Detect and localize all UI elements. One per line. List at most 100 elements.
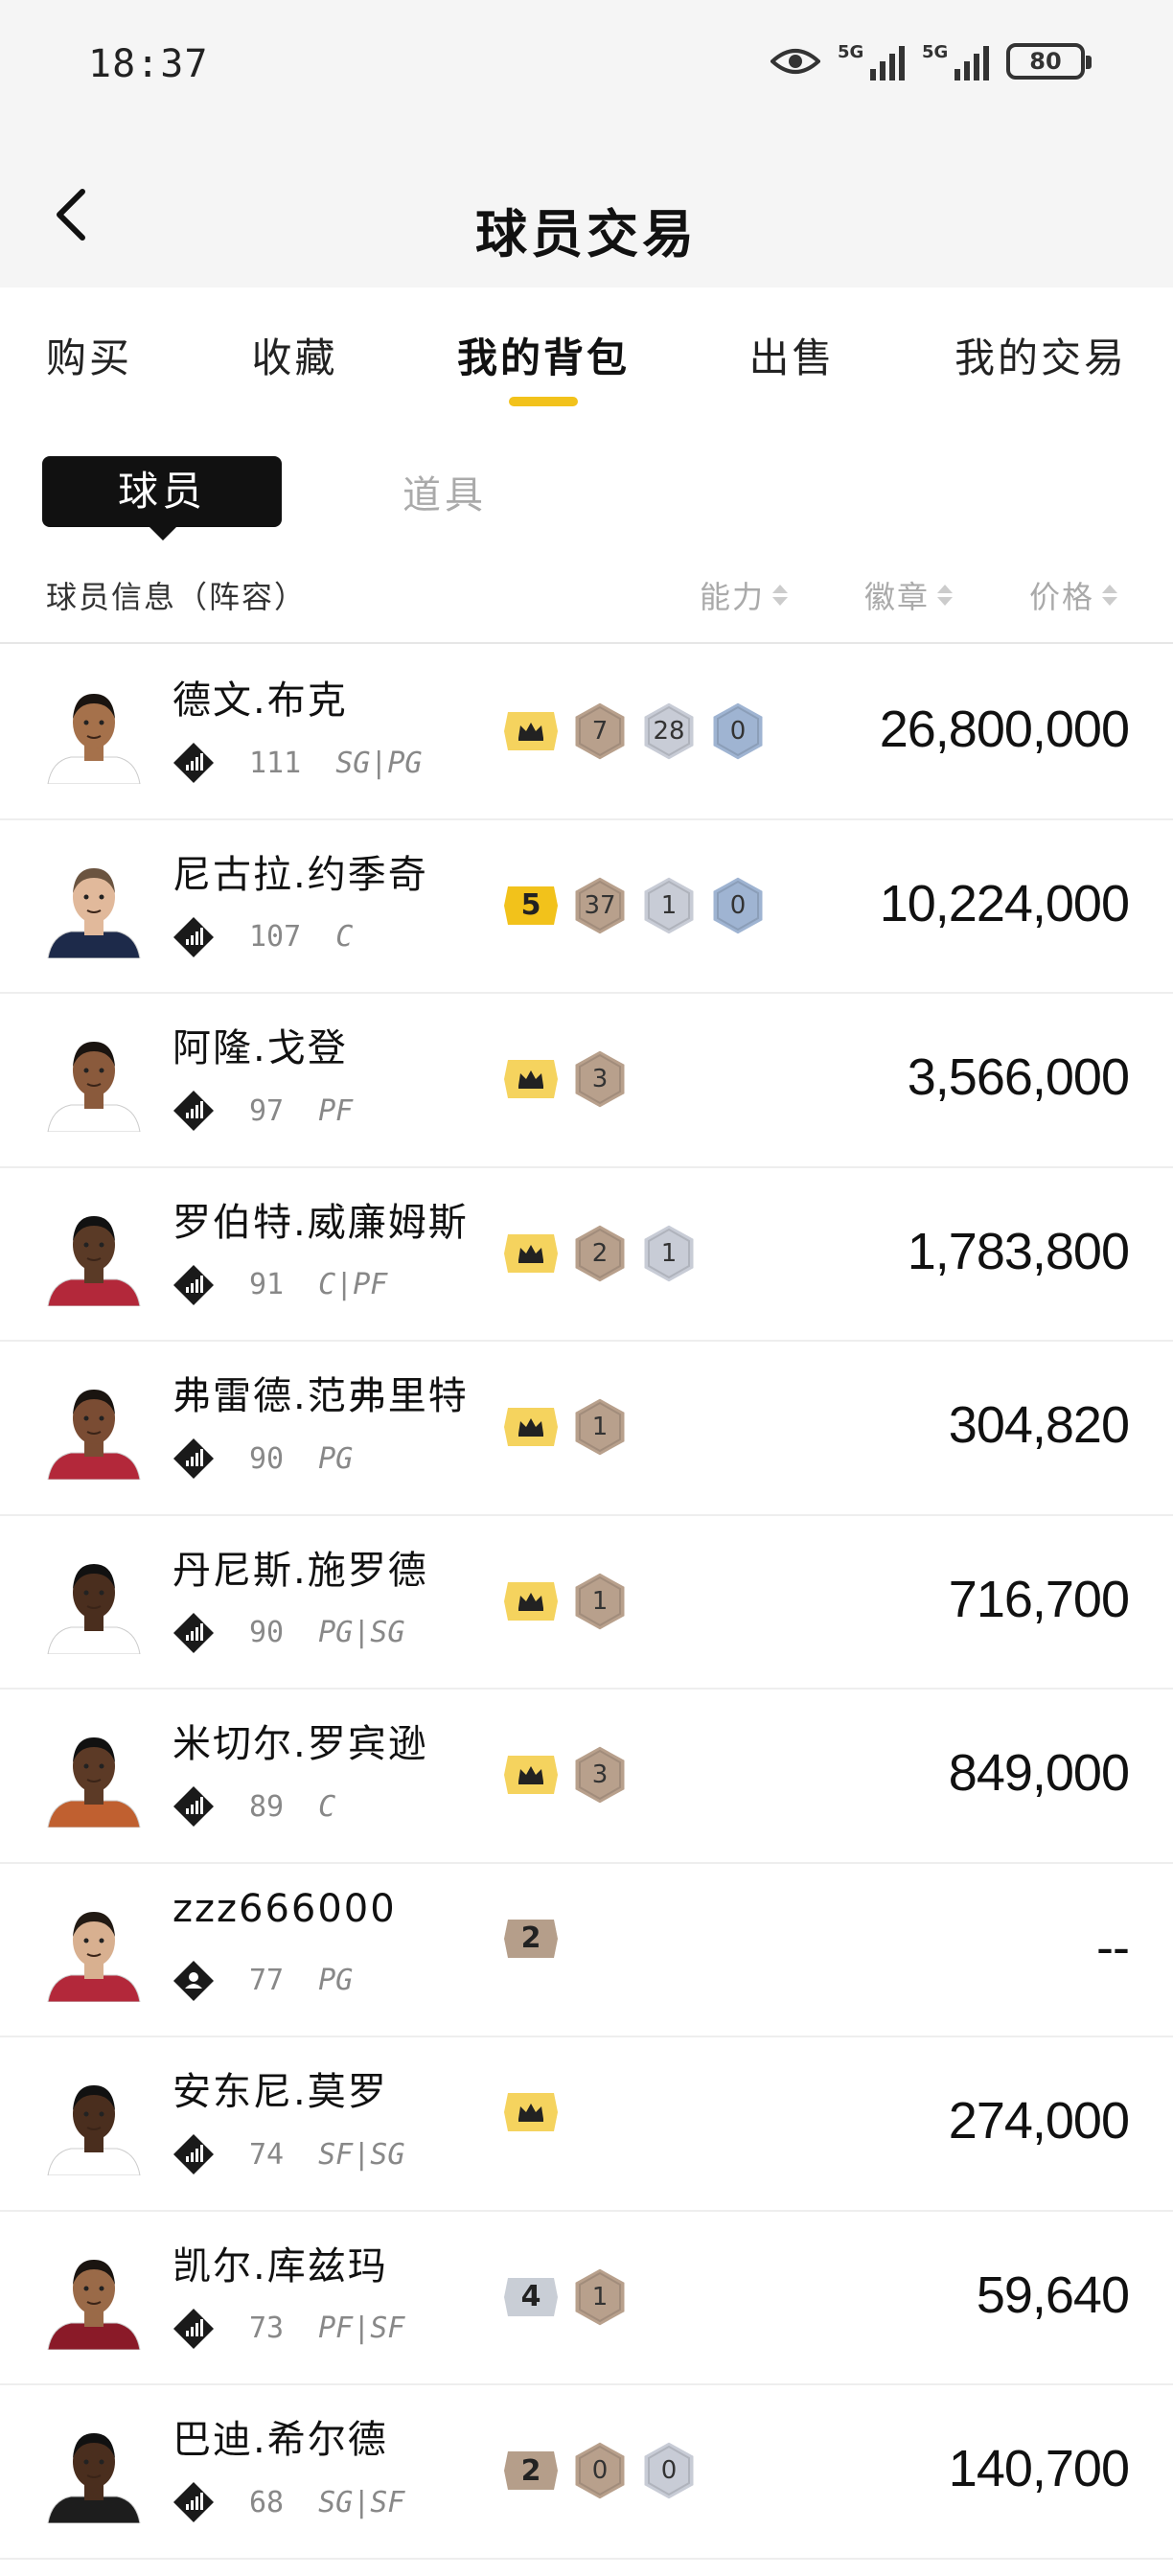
sub-tabs: 球员 道具 — [42, 454, 487, 540]
signal-icon-2: 5G — [922, 42, 989, 80]
player-price: 26,800,000 — [879, 701, 1130, 758]
badge-count-icon: 0 — [571, 2439, 629, 2502]
badge-count-icon: 1 — [640, 1221, 698, 1285]
person-diamond-icon — [172, 1960, 215, 2002]
player-price: 849,000 — [948, 1744, 1130, 1802]
tab-sell[interactable]: 出售 — [748, 288, 835, 412]
player-avatar — [42, 680, 146, 784]
player-rating: 97 — [249, 1093, 285, 1128]
player-name: 弗雷德.范弗里特 — [172, 1374, 469, 1418]
player-name: 阿隆.戈登 — [172, 1026, 348, 1070]
badge-count-icon: 28 — [640, 700, 698, 763]
badge-group: 3 — [502, 1047, 629, 1111]
badge-group: 2 — [502, 1918, 560, 1960]
badge-group: 200 — [502, 2439, 698, 2502]
player-price: 3,566,000 — [907, 1048, 1130, 1106]
player-row[interactable]: 丹尼斯.施罗德 90 PG|SG 1 716,700 — [0, 1516, 1173, 1690]
player-name: 尼古拉.约季奇 — [172, 852, 428, 897]
player-price: 1,783,800 — [907, 1222, 1130, 1280]
player-meta: 73 PF|SF — [172, 2308, 404, 2350]
tier-tag: 2 — [502, 1918, 560, 1960]
badge-group: 7 28 0 — [502, 700, 767, 763]
player-rating: 107 — [249, 920, 302, 954]
player-rating: 74 — [249, 2137, 285, 2172]
player-name: 安东尼.莫罗 — [172, 2070, 388, 2114]
player-position: PG — [318, 1441, 354, 1476]
tab-favorites[interactable]: 收藏 — [251, 288, 337, 412]
badge-group: 21 — [502, 1221, 698, 1285]
player-name: 米切尔.罗宾逊 — [172, 1722, 428, 1766]
player-meta: 74 SF|SG — [172, 2133, 404, 2175]
player-avatar — [42, 1376, 146, 1480]
player-row[interactable]: 巴迪.希尔德 68 SG|SF 2 0 0 140,700 — [0, 2385, 1173, 2560]
header: 球员交易 — [0, 144, 1173, 288]
subtab-items[interactable]: 道具 — [402, 464, 487, 519]
tab-my-backpack[interactable]: 我的背包 — [457, 288, 630, 412]
player-position: PG|SG — [318, 1616, 405, 1649]
bars-diamond-icon — [172, 916, 215, 958]
player-row[interactable]: 弗雷德.范弗里特 90 PG 1 304,820 — [0, 1342, 1173, 1516]
player-name: 罗伯特.威廉姆斯 — [172, 1200, 469, 1245]
player-row[interactable]: 尼古拉.约季奇 107 C 5 37 1 0 10,224,000 — [0, 820, 1173, 994]
crown-tier-icon — [502, 1580, 560, 1622]
tab-my-trades[interactable]: 我的交易 — [954, 288, 1127, 412]
crown-tier-icon — [502, 1232, 560, 1275]
crown-tier-icon — [502, 710, 560, 752]
badge-count-icon: 7 — [571, 700, 629, 763]
player-rating: 111 — [249, 746, 302, 780]
column-badge[interactable]: 徽章 — [864, 573, 954, 617]
crown-tier-icon — [502, 1058, 560, 1100]
player-rating: 91 — [249, 1268, 285, 1301]
bars-diamond-icon — [172, 1438, 215, 1480]
player-rating: 68 — [249, 2485, 285, 2519]
tab-bar: 购买 收藏 我的背包 出售 我的交易 — [0, 288, 1173, 412]
player-row[interactable]: 罗伯特.威廉姆斯 91 C|PF 2 1 1,783,800 — [0, 1168, 1173, 1342]
battery-icon: 80 — [1006, 43, 1092, 80]
player-rating: 90 — [249, 1616, 285, 1649]
badge-count-icon: 37 — [571, 873, 629, 937]
player-price: 304,820 — [948, 1396, 1130, 1454]
crown-tier-icon — [502, 1754, 560, 1796]
player-rating: 89 — [249, 1789, 285, 1824]
subtab-players[interactable]: 球员 — [42, 456, 282, 540]
bars-diamond-icon — [172, 1090, 215, 1132]
eye-icon — [770, 49, 820, 74]
player-row[interactable]: 德文.布克 111 SG|PG 7 28 0 26,800,000 — [0, 646, 1173, 820]
bars-diamond-icon — [172, 1785, 215, 1828]
player-row[interactable]: 凯尔.库兹玛 73 PF|SF 4 1 59,640 — [0, 2212, 1173, 2385]
player-row[interactable]: 米切尔.罗宾逊 89 C 3 849,000 — [0, 1690, 1173, 1864]
status-bar: 18:37 5G 5G 80 — [0, 0, 1173, 144]
player-price: -- — [1096, 1918, 1130, 1976]
player-price: 140,700 — [948, 2440, 1130, 2497]
column-player-info: 球员信息（阵容） — [46, 579, 308, 615]
player-name: 凯尔.库兹玛 — [172, 2243, 388, 2288]
crown-tier-icon — [502, 2091, 560, 2133]
tier-tag: 5 — [502, 885, 560, 927]
sort-icon — [1102, 585, 1118, 606]
player-position: C|PF — [318, 1268, 388, 1301]
badge-count-icon: 1 — [571, 1395, 629, 1459]
player-avatar — [42, 1028, 146, 1132]
player-row[interactable]: 安东尼.莫罗 74 SF|SG 274,000 — [0, 2037, 1173, 2212]
player-row[interactable]: 阿隆.戈登 97 PF 3 3,566,000 — [0, 994, 1173, 1168]
badge-group: 5 37 1 0 — [502, 873, 767, 937]
badge-count-icon: 3 — [571, 1743, 629, 1806]
player-row[interactable]: zzz666000 77 PG 2 -- — [0, 1864, 1173, 2037]
column-ability[interactable]: 能力 — [700, 573, 789, 617]
badge-count-icon: 3 — [571, 1047, 629, 1111]
badge-group: 41 — [502, 2265, 629, 2329]
tab-buy[interactable]: 购买 — [46, 288, 132, 412]
sort-icon — [937, 585, 954, 606]
player-position: SG|PG — [335, 746, 423, 780]
player-name: zzz666000 — [172, 1886, 397, 1931]
player-position: SF|SG — [318, 2137, 405, 2172]
crown-tier-icon — [502, 1406, 560, 1448]
player-name: 丹尼斯.施罗德 — [172, 1548, 428, 1593]
badge-count-icon: 0 — [709, 700, 767, 763]
player-meta: 90 PG|SG — [172, 1612, 404, 1654]
player-name: 巴迪.希尔德 — [172, 2418, 388, 2462]
player-avatar — [42, 2420, 146, 2523]
player-position: PF — [318, 1093, 354, 1128]
player-rating: 73 — [249, 2312, 285, 2345]
column-price[interactable]: 价格 — [1029, 573, 1118, 617]
